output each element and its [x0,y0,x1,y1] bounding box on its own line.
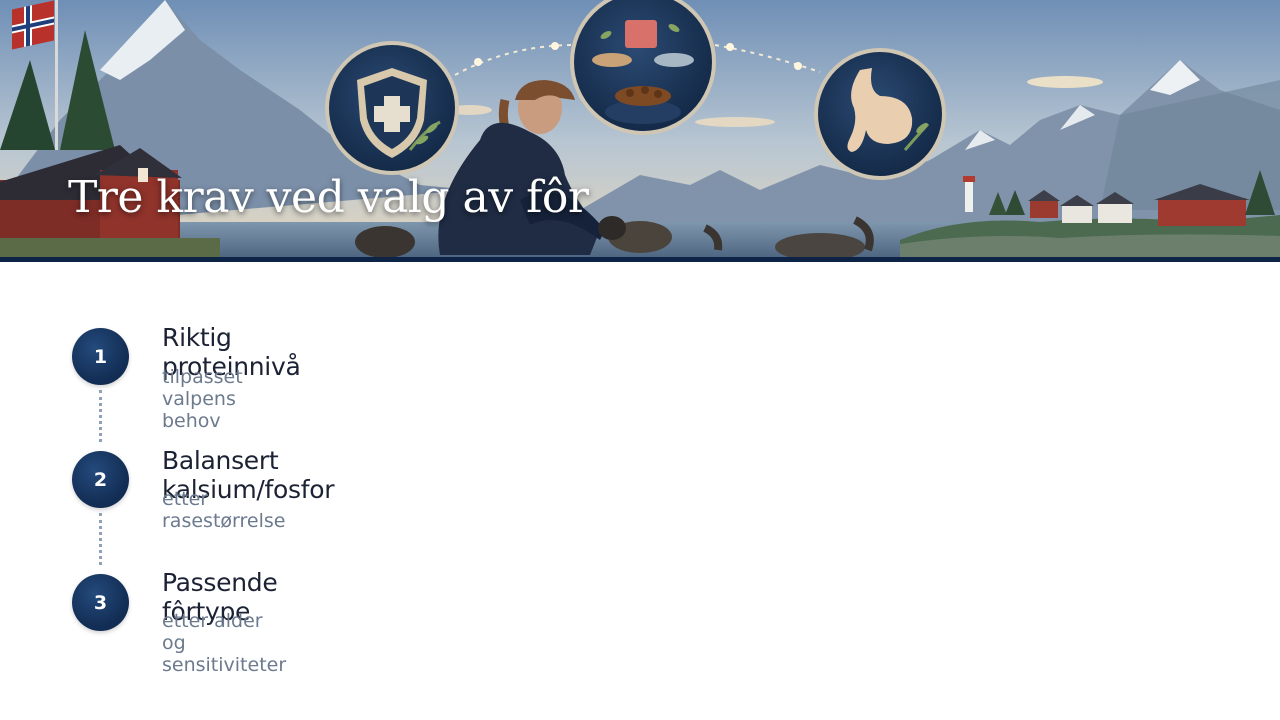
step-connector [99,513,102,565]
step-number-badge: 3 [72,574,129,631]
step-subtitle: etter rasestørrelse [162,488,286,532]
stomach-icon [814,48,946,180]
step-number-badge: 1 [72,328,129,385]
step-subtitle: tilpasset valpens behov [162,366,243,432]
page-title: Tre krav ved valg av fôr [68,172,589,223]
step-subtitle: etter alder og sensitiviteter [162,610,287,676]
header-banner: Tre krav ved valg av fôr [0,0,1280,262]
step-number-badge: 2 [72,451,129,508]
shield-cross-icon [325,41,459,175]
step-connector [99,390,102,442]
